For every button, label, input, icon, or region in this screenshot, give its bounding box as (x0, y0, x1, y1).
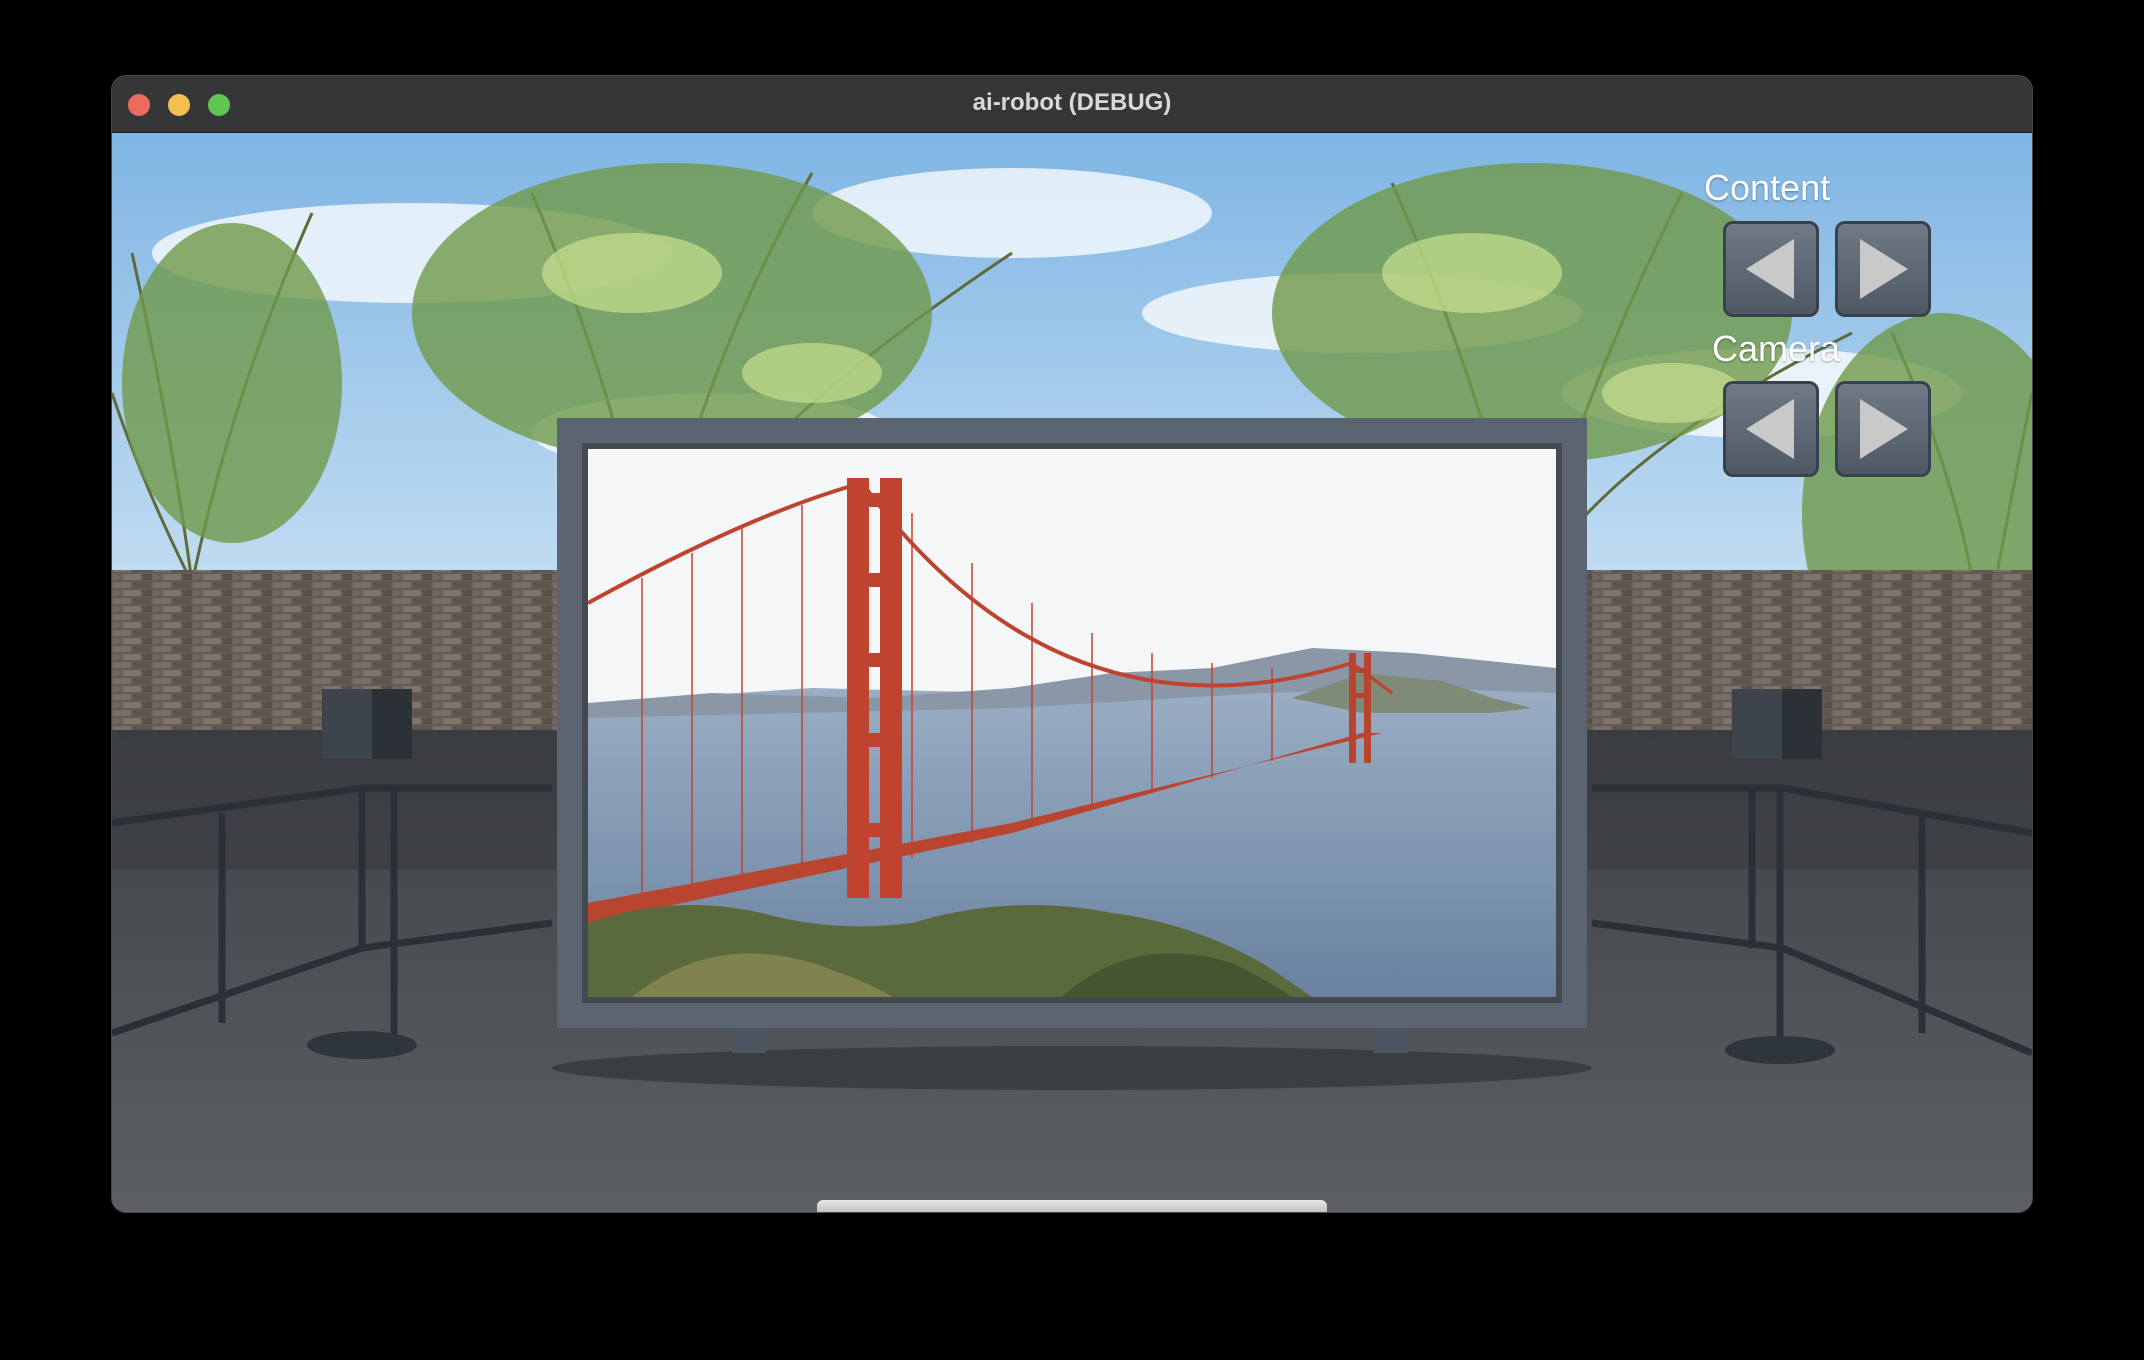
camera-next-button[interactable] (1835, 381, 1931, 477)
left-arrow-icon (1746, 239, 1794, 299)
camera-label: Camera (1712, 328, 1841, 369)
right-speaker (1732, 689, 1822, 759)
left-arrow-icon (1746, 399, 1794, 459)
horizontal-scrollbar[interactable] (817, 1200, 1327, 1212)
content-next-button[interactable] (1835, 221, 1931, 317)
3d-viewport[interactable]: Content Camera (112, 133, 2032, 1212)
content-label: Content (1704, 167, 1831, 208)
right-arrow-icon (1860, 399, 1908, 459)
display-shadow (552, 1046, 1592, 1090)
left-post-base (307, 1031, 417, 1059)
left-speaker (322, 689, 412, 759)
content-prev-button[interactable] (1723, 221, 1819, 317)
right-arrow-icon (1860, 239, 1908, 299)
camera-prev-button[interactable] (1723, 381, 1819, 477)
display-picture (587, 449, 1556, 997)
window-title: ai-robot (DEBUG) (972, 89, 1172, 116)
app-window: ai-robot (DEBUG) Content Camera (112, 76, 2032, 1212)
right-post-base (1725, 1036, 1835, 1064)
title-bar: ai-robot (DEBUG) (112, 76, 2032, 133)
